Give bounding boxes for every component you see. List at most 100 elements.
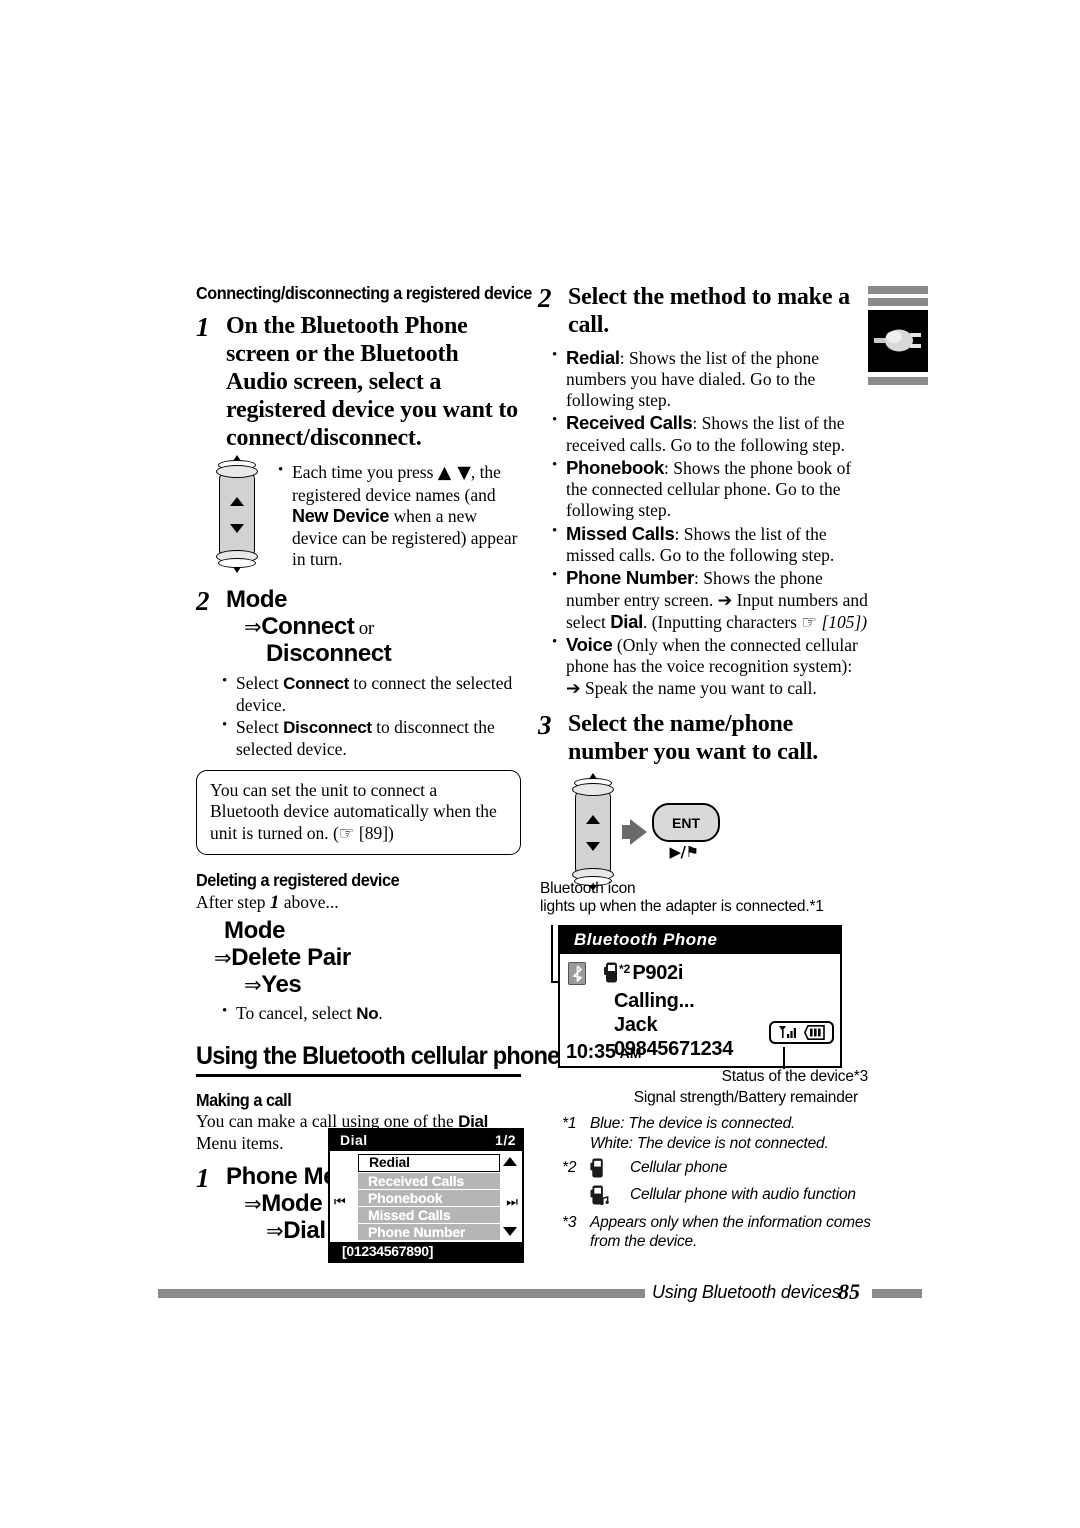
bt-device-row: *2 P902i	[604, 962, 683, 985]
footer-bar-long	[158, 1289, 645, 1298]
ent-button-sublabel: ▶/⚑	[669, 843, 699, 862]
dial-page-indicator: 1/2	[495, 1132, 516, 1148]
footnote-2-text2: Cellular phone with audio function	[630, 1185, 856, 1203]
thumb-index	[868, 286, 928, 389]
keyword-missed-calls: Missed Calls	[566, 522, 675, 544]
thumb-index-tab	[868, 310, 928, 372]
rocker-switch-illustration	[570, 773, 616, 892]
menu-path-yes: ⇒Yes	[244, 970, 302, 998]
list-item[interactable]: Received Calls	[358, 1173, 500, 1189]
arrow-icon: ⇒	[266, 1219, 284, 1244]
keyword-received-calls: Received Calls	[566, 412, 693, 434]
menu-path-mode: Mode	[224, 917, 286, 945]
footnote-marker-2: *2	[619, 962, 631, 976]
step-number: 1	[196, 312, 210, 343]
thumb-bar-top	[868, 286, 928, 294]
footnote-2a: *2 Cellular phone	[562, 1158, 872, 1183]
bullet-missed-calls: Missed Calls: Shows the list of the miss…	[550, 522, 868, 567]
cellular-phone-icon	[590, 1158, 603, 1178]
dial-item-list: ⏮ ⏭ Redial Received Calls Phonebook Miss…	[330, 1151, 522, 1240]
signal-strength-icon	[779, 1026, 796, 1038]
list-item[interactable]: Phone Number	[358, 1224, 500, 1240]
step-number: 2	[196, 585, 210, 616]
step1-bullets: Each time you press ▲ ▼, the registered …	[276, 461, 521, 569]
list-item[interactable]: Phonebook	[358, 1190, 500, 1206]
menu-path-mode: Mode	[226, 585, 288, 613]
keyword-dial: Dial	[610, 610, 643, 632]
step-title: Select the method to make a call.	[568, 284, 850, 338]
delete-menu-path: Mode ⇒Delete Pair ⇒Yes	[196, 917, 521, 999]
ent-button[interactable]: ENT	[652, 803, 720, 843]
bt-screen-body: *2 P902i Calling... Jack 09845671234 10:…	[560, 954, 840, 1066]
bullet-select-disconnect: Select Disconnect to disconnect the sele…	[220, 716, 521, 760]
footnote-2-text1: Cellular phone	[630, 1158, 728, 1176]
step-2-mode: 2 Mode ⇒Connect or Disconnect	[196, 585, 521, 668]
note-box-auto-connect: You can set the unit to connect a Blueto…	[196, 769, 521, 855]
footer-bar-short	[872, 1289, 922, 1298]
list-item[interactable]: Missed Calls	[358, 1207, 500, 1223]
list-item[interactable]: Redial	[358, 1154, 500, 1172]
rocker-down-tick	[233, 567, 241, 574]
right-column: 2 Select the method to make a call. Redi…	[538, 284, 868, 892]
arrow-icon: ⇒	[244, 972, 262, 997]
section-title-using-bt-phone: Using the Bluetooth cellular phone	[196, 1042, 560, 1071]
bluetooth-icon	[568, 962, 586, 985]
caption-status-of-device: Status of the device*3	[721, 1068, 869, 1085]
menu-path-delete-pair: ⇒Delete Pair	[214, 944, 351, 972]
arrow-icon: ⇒	[244, 614, 262, 639]
keyword-no: No	[356, 1003, 379, 1023]
step-title: Select the name/phone number you want to…	[568, 710, 819, 765]
step-2-select-method: 2 Select the method to make a call.	[538, 284, 868, 340]
keyword-new-device: New Device	[292, 505, 390, 526]
bullet-phonebook: Phonebook: Shows the phone book of the c…	[550, 456, 868, 522]
rocker-down-arrow-icon	[230, 524, 244, 534]
rocker-up-tick	[233, 455, 241, 462]
status-indicator-box	[769, 1021, 834, 1044]
manual-page: Connecting/disconnecting a registered de…	[0, 0, 1080, 1528]
dial-screen: Dial 1/2 ⏮ ⏭ Redial Received Calls Phone…	[328, 1128, 524, 1263]
after-step-number: 1	[269, 892, 280, 914]
cellular-phone-icon	[604, 962, 617, 983]
bt-screen-titlebar: Bluetooth Phone	[560, 927, 840, 954]
bullet-select-connect: Select Connect to connect the selected d…	[220, 672, 521, 716]
bt-time: 10:35	[566, 1041, 616, 1063]
menu-path-disconnect: Disconnect	[266, 639, 392, 667]
footnote-2b: Cellular phone with audio function	[562, 1185, 872, 1210]
dial-screen-title: Dial	[340, 1132, 368, 1148]
bullet-press-arrows: Each time you press ▲ ▼, the registered …	[276, 461, 521, 569]
rocker-up-arrow-icon	[230, 497, 244, 507]
keyword-disconnect: Disconnect	[283, 718, 372, 738]
footer-section-name: Using Bluetooth devices	[652, 1282, 841, 1302]
updown-arrows-icon: ▲ ▼	[437, 463, 471, 484]
bt-call-status: Calling...	[614, 990, 695, 1012]
bullet-pre: Each time you press	[292, 462, 438, 483]
step-number: 1	[196, 1163, 210, 1194]
step-number: 3	[538, 709, 552, 740]
callout-line-2: lights up when the adapter is connected.…	[540, 898, 824, 915]
bluetooth-icon-callout: Bluetooth icon lights up when the adapte…	[540, 880, 824, 916]
footnote-3-text: Appears only when the information comes …	[590, 1213, 871, 1251]
thumb-bar-bottom	[868, 377, 928, 385]
arrow-icon: ⇒	[214, 946, 232, 971]
after-step-line: After step 1 above...	[196, 892, 339, 914]
dial-footer-number: [01234567890]	[330, 1242, 522, 1261]
subhead-connecting: Connecting/disconnecting a registered de…	[196, 283, 532, 303]
bluetooth-phone-screen: Bluetooth Phone *2 P902i Calling... Jack…	[558, 925, 842, 1068]
cellular-phone-audio-icon	[590, 1185, 609, 1205]
step-title: On the Bluetooth Phone screen or the Blu…	[226, 313, 518, 451]
bt-time-row: 10:35 AM	[566, 1041, 641, 1064]
page-footer: Using Bluetooth devices 85	[0, 1279, 1080, 1304]
footnote-1-line2: White: The device is not connected.	[590, 1134, 829, 1152]
keyword-voice: Voice	[566, 634, 613, 656]
keyword-phonebook: Phonebook	[566, 456, 665, 478]
rocker-body	[575, 790, 611, 877]
rocker-up-arrow-icon	[586, 815, 600, 825]
section-rule	[196, 1074, 521, 1078]
skip-forward-icon: ⏭	[506, 1195, 518, 1210]
page-ref-105: [105])	[821, 611, 868, 632]
flow-arrow-icon	[630, 819, 647, 846]
step-1-connect: 1 On the Bluetooth Phone screen or the B…	[196, 313, 521, 452]
thumb-bar-top2	[868, 298, 928, 306]
bullet-voice: Voice (Only when the connected cellular …	[550, 633, 868, 699]
keyword-redial: Redial	[566, 346, 620, 368]
